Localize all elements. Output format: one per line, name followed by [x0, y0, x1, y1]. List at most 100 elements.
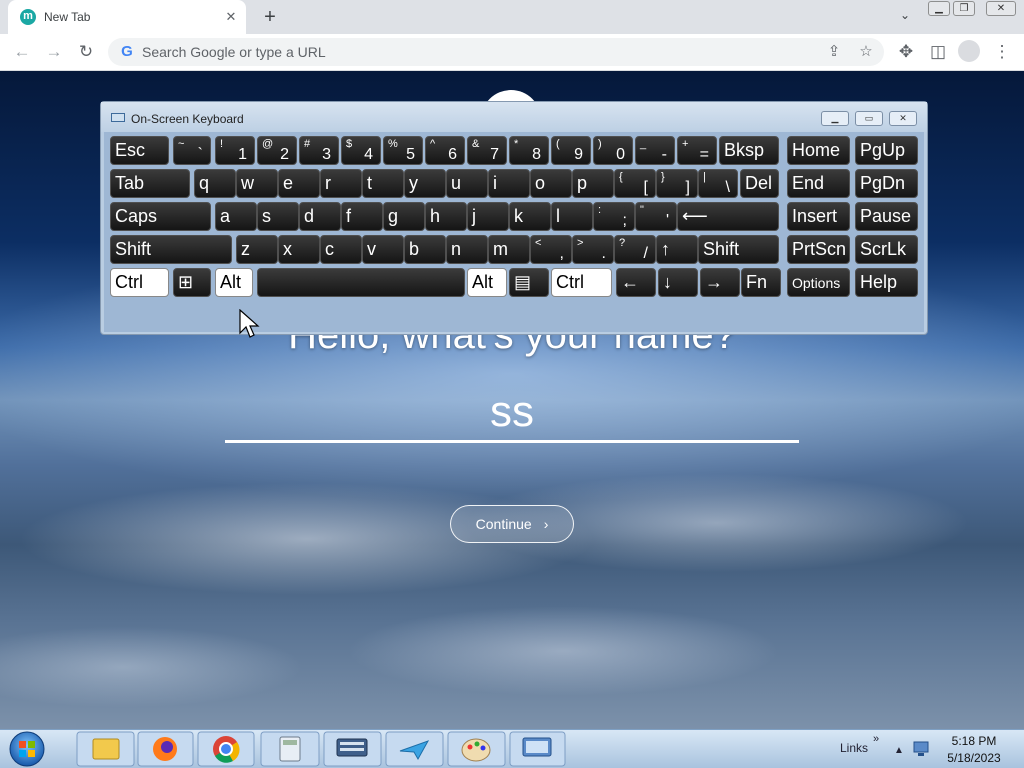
key[interactable]: l: [551, 202, 593, 231]
key[interactable]: Alt: [215, 268, 253, 297]
minimize-button[interactable]: ▁: [928, 1, 950, 16]
clock-date[interactable]: 5/18/2023: [947, 751, 1001, 765]
links-expand-icon[interactable]: »: [873, 733, 879, 745]
key[interactable]: ! 1: [215, 136, 255, 165]
key[interactable]: j: [467, 202, 509, 231]
key[interactable]: ←: [616, 268, 656, 297]
forward-arrow-icon[interactable]: →: [42, 40, 66, 64]
key-space[interactable]: [257, 268, 465, 297]
profile-avatar[interactable]: [958, 40, 980, 62]
key[interactable]: ⟵: [677, 202, 779, 231]
key[interactable]: o: [530, 169, 572, 198]
key[interactable]: :;: [593, 202, 635, 231]
key[interactable]: {[: [614, 169, 656, 198]
key[interactable]: }]: [656, 169, 698, 198]
key[interactable]: _ -: [635, 136, 675, 165]
key[interactable]: Options: [787, 268, 850, 297]
tab-new-tab[interactable]: m New Tab ✕: [8, 0, 246, 34]
back-arrow-icon[interactable]: ←: [10, 40, 34, 64]
new-tab-button[interactable]: +: [258, 6, 282, 28]
key[interactable]: Fn: [741, 268, 781, 297]
key[interactable]: & 7: [467, 136, 507, 165]
key[interactable]: | \: [698, 169, 738, 198]
continue-button[interactable]: Continue ›: [450, 505, 574, 543]
name-input[interactable]: [225, 383, 799, 443]
key[interactable]: Shift: [110, 235, 232, 264]
osk-restore-button[interactable]: ▭: [855, 111, 883, 126]
key[interactable]: b: [404, 235, 446, 264]
file-explorer-icon[interactable]: [76, 731, 135, 767]
key[interactable]: t: [362, 169, 404, 198]
key[interactable]: + =: [677, 136, 717, 165]
key[interactable]: c: [320, 235, 362, 264]
key[interactable]: q: [194, 169, 236, 198]
key[interactable]: d: [299, 202, 341, 231]
key[interactable]: Home: [787, 136, 850, 165]
key[interactable]: w: [236, 169, 278, 198]
osk-titlebar[interactable]: On-Screen Keyboard ▁ ▭ ✕: [101, 102, 927, 132]
key[interactable]: r: [320, 169, 362, 198]
key[interactable]: Insert: [787, 202, 850, 231]
clock-time[interactable]: 5:18 PM: [952, 734, 997, 748]
key[interactable]: * 8: [509, 136, 549, 165]
key[interactable]: i: [488, 169, 530, 198]
chevron-down-icon[interactable]: ⌄: [896, 8, 914, 26]
firefox-icon[interactable]: [137, 731, 194, 767]
key[interactable]: ? /: [614, 235, 656, 264]
key[interactable]: " ': [635, 202, 677, 231]
osk-minimize-button[interactable]: ▁: [821, 111, 849, 126]
paint-icon[interactable]: [447, 731, 506, 767]
key[interactable]: Caps: [110, 202, 211, 231]
key[interactable]: PgDn: [855, 169, 918, 198]
key[interactable]: Alt: [467, 268, 507, 297]
key[interactable]: $4: [341, 136, 381, 165]
key[interactable]: Del: [740, 169, 779, 198]
close-icon[interactable]: ✕: [222, 8, 240, 26]
chrome-icon[interactable]: [197, 731, 255, 767]
key[interactable]: PrtScn: [787, 235, 850, 264]
links-toolbar-label[interactable]: Links: [840, 741, 868, 755]
reload-icon[interactable]: ↻: [74, 40, 98, 64]
key[interactable]: Tab: [110, 169, 190, 198]
extensions-icon[interactable]: ✥: [894, 40, 918, 64]
key[interactable]: Ctrl: [551, 268, 612, 297]
calculator-icon[interactable]: [260, 731, 320, 767]
key[interactable]: →: [700, 268, 740, 297]
key[interactable]: ~ `: [173, 136, 211, 165]
key[interactable]: End: [787, 169, 850, 198]
on-screen-keyboard-icon[interactable]: [323, 731, 382, 767]
key[interactable]: ⊞: [173, 268, 211, 297]
key[interactable]: Help: [855, 268, 918, 297]
key[interactable]: x: [278, 235, 320, 264]
key[interactable]: <,: [530, 235, 572, 264]
close-window-button[interactable]: ✕: [986, 1, 1016, 16]
key[interactable]: Pause: [855, 202, 918, 231]
key[interactable]: g: [383, 202, 425, 231]
restore-button[interactable]: ❐: [953, 1, 975, 16]
key[interactable]: Esc: [110, 136, 169, 165]
key[interactable]: y: [404, 169, 446, 198]
key[interactable]: (9: [551, 136, 591, 165]
key[interactable]: n: [446, 235, 488, 264]
key[interactable]: p: [572, 169, 614, 198]
key[interactable]: Shift: [698, 235, 779, 264]
key[interactable]: >.: [572, 235, 614, 264]
key[interactable]: ) 0: [593, 136, 633, 165]
key[interactable]: ▤: [509, 268, 549, 297]
key[interactable]: PgUp: [855, 136, 918, 165]
key[interactable]: #3: [299, 136, 339, 165]
messenger-icon[interactable]: [385, 731, 444, 767]
key[interactable]: % 5: [383, 136, 423, 165]
key[interactable]: z: [236, 235, 278, 264]
osk-close-button[interactable]: ✕: [889, 111, 917, 126]
address-bar[interactable]: G ⇪ ☆: [108, 38, 884, 66]
key[interactable]: ↓: [658, 268, 698, 297]
key[interactable]: f: [341, 202, 383, 231]
key[interactable]: u: [446, 169, 488, 198]
key[interactable]: Bksp: [719, 136, 779, 165]
key[interactable]: s: [257, 202, 299, 231]
network-app-icon[interactable]: [509, 731, 566, 767]
side-panel-icon[interactable]: ◫: [926, 40, 950, 64]
address-input[interactable]: [142, 38, 802, 66]
key[interactable]: ↑: [656, 235, 698, 264]
